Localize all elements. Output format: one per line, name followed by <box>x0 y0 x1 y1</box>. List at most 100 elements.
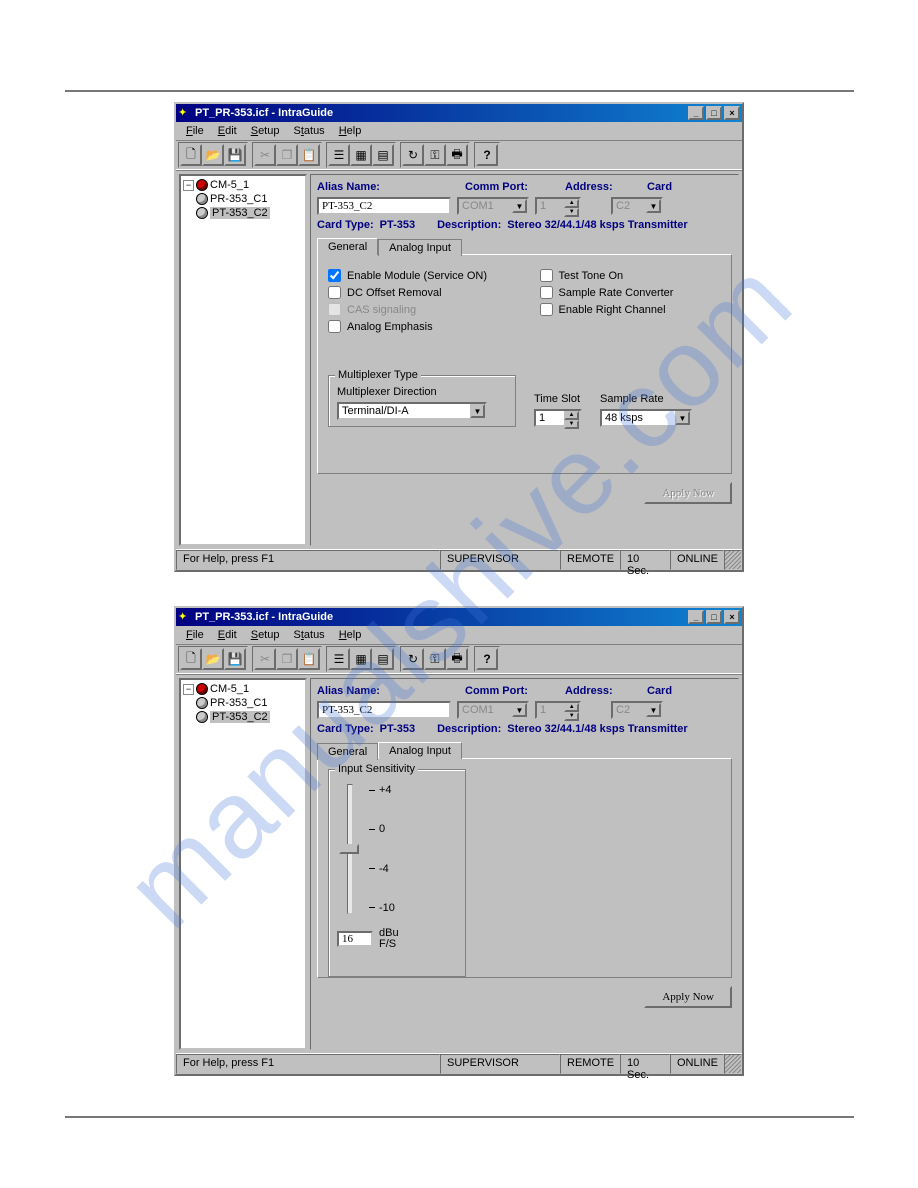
open-button[interactable]: 📂 <box>202 648 224 670</box>
device-tree[interactable]: − CM-5_1 PR-353_C1 PT-353_C2 <box>179 678 307 1050</box>
paste-button[interactable]: 📋 <box>298 648 320 670</box>
spin-up-icon[interactable]: ▲ <box>564 411 579 420</box>
tree-child-selected[interactable]: PT-353_C2 <box>197 206 303 220</box>
status-mode: REMOTE <box>560 550 620 570</box>
spin-up-icon[interactable]: ▲ <box>564 703 579 712</box>
titlebar[interactable]: ✦ PT_PR-353.icf - IntraGuide _ □ × <box>176 104 742 122</box>
chevron-down-icon[interactable]: ▼ <box>646 199 661 213</box>
chevron-down-icon[interactable]: ▼ <box>512 703 527 717</box>
menu-file[interactable]: File <box>180 629 210 641</box>
tool-btn-3[interactable]: ▤ <box>372 144 394 166</box>
new-button[interactable]: 🗋 <box>180 648 202 670</box>
maximize-button[interactable]: □ <box>706 106 722 120</box>
address-spinner[interactable]: 1 ▲▼ <box>535 701 581 719</box>
tree-child[interactable]: PR-353_C1 <box>197 696 303 710</box>
spin-down-icon[interactable]: ▼ <box>564 712 579 721</box>
analog-emphasis-checkbox[interactable]: Analog Emphasis <box>328 320 510 333</box>
apply-now-button[interactable]: Apply Now <box>644 482 732 504</box>
multiplexer-direction-combo[interactable]: Terminal/DI-A ▼ <box>337 402 487 420</box>
chevron-down-icon[interactable]: ▼ <box>675 411 690 425</box>
menu-status[interactable]: Status <box>287 125 330 137</box>
connect-button[interactable]: ⚿ <box>424 648 446 670</box>
enable-module-checkbox[interactable]: Enable Module (Service ON) <box>328 269 510 282</box>
tree-child[interactable]: PR-353_C1 <box>197 192 303 206</box>
tab-analog-input[interactable]: Analog Input <box>378 239 462 256</box>
menu-edit[interactable]: Edit <box>212 125 243 137</box>
cut-button[interactable]: ✂ <box>254 144 276 166</box>
print-button[interactable]: 🖶 <box>446 144 468 166</box>
collapse-icon[interactable]: − <box>183 684 194 695</box>
sensitivity-value-input[interactable] <box>337 931 373 947</box>
tool-btn-2[interactable]: ▦ <box>350 144 372 166</box>
device-tree[interactable]: − CM-5_1 PR-353_C1 PT-353_C2 <box>179 174 307 546</box>
connect-button[interactable]: ⚿ <box>424 144 446 166</box>
new-button[interactable]: 🗋 <box>180 144 202 166</box>
card-combo[interactable]: C2 ▼ <box>611 197 663 215</box>
comm-port-label: Comm Port: <box>465 685 535 697</box>
comm-port-combo[interactable]: COM1 ▼ <box>457 197 529 215</box>
titlebar[interactable]: ✦ PT_PR-353.icf - IntraGuide _ □ × <box>176 608 742 626</box>
save-button[interactable]: 💾 <box>224 144 246 166</box>
comm-port-combo[interactable]: COM1 ▼ <box>457 701 529 719</box>
tool-btn-2[interactable]: ▦ <box>350 648 372 670</box>
refresh-button[interactable]: ↻ <box>402 144 424 166</box>
tool-btn-1[interactable]: ☰ <box>328 648 350 670</box>
save-button[interactable]: 💾 <box>224 648 246 670</box>
alias-name-input[interactable] <box>317 197 451 215</box>
enable-right-channel-checkbox[interactable]: Enable Right Channel <box>540 303 722 316</box>
close-button[interactable]: × <box>724 106 740 120</box>
tab-general[interactable]: General <box>317 743 378 760</box>
tool-btn-3[interactable]: ▤ <box>372 648 394 670</box>
slider-thumb-icon[interactable] <box>339 844 359 854</box>
sample-rate-converter-checkbox[interactable]: Sample Rate Converter <box>540 286 722 299</box>
address-spinner[interactable]: 1 ▲▼ <box>535 197 581 215</box>
resize-grip-icon[interactable] <box>724 1054 742 1074</box>
tab-analog-input[interactable]: Analog Input <box>378 742 462 759</box>
resize-grip-icon[interactable] <box>724 550 742 570</box>
menu-setup[interactable]: Setup <box>245 125 286 137</box>
alias-name-input[interactable] <box>317 701 451 719</box>
app-icon: ✦ <box>178 610 192 624</box>
chevron-down-icon[interactable]: ▼ <box>646 703 661 717</box>
card-combo[interactable]: C2 ▼ <box>611 701 663 719</box>
menu-edit[interactable]: Edit <box>212 629 243 641</box>
tree-root[interactable]: − CM-5_1 <box>183 178 303 192</box>
menu-status[interactable]: Status <box>287 629 330 641</box>
dc-offset-checkbox[interactable]: DC Offset Removal <box>328 286 510 299</box>
menu-setup[interactable]: Setup <box>245 629 286 641</box>
help-button[interactable]: ? <box>476 144 498 166</box>
spin-up-icon[interactable]: ▲ <box>564 199 579 208</box>
alias-name-label: Alias Name: <box>317 685 389 697</box>
spin-down-icon[interactable]: ▼ <box>564 208 579 217</box>
tool-btn-1[interactable]: ☰ <box>328 144 350 166</box>
minimize-button[interactable]: _ <box>688 610 704 624</box>
maximize-button[interactable]: □ <box>706 610 722 624</box>
paste-button[interactable]: 📋 <box>298 144 320 166</box>
copy-button[interactable]: ❐ <box>276 648 298 670</box>
chevron-down-icon[interactable]: ▼ <box>470 404 485 418</box>
spin-down-icon[interactable]: ▼ <box>564 420 579 429</box>
refresh-button[interactable]: ↻ <box>402 648 424 670</box>
apply-now-button[interactable]: Apply Now <box>644 986 732 1008</box>
sample-rate-combo[interactable]: 48 ksps ▼ <box>600 409 692 427</box>
close-button[interactable]: × <box>724 610 740 624</box>
menu-file[interactable]: File <box>180 125 210 137</box>
collapse-icon[interactable]: − <box>183 180 194 191</box>
menu-help[interactable]: Help <box>333 125 368 137</box>
menu-help[interactable]: Help <box>333 629 368 641</box>
chevron-down-icon[interactable]: ▼ <box>512 199 527 213</box>
test-tone-checkbox[interactable]: Test Tone On <box>540 269 722 282</box>
minimize-button[interactable]: _ <box>688 106 704 120</box>
description-label: Description: <box>437 723 501 735</box>
tab-general[interactable]: General <box>317 238 378 255</box>
cut-button[interactable]: ✂ <box>254 648 276 670</box>
open-button[interactable]: 📂 <box>202 144 224 166</box>
status-role: SUPERVISOR <box>440 1054 560 1074</box>
tree-root[interactable]: − CM-5_1 <box>183 682 303 696</box>
help-button[interactable]: ? <box>476 648 498 670</box>
time-slot-spinner[interactable]: 1 ▲▼ <box>534 409 582 427</box>
sensitivity-slider[interactable] <box>337 784 361 914</box>
copy-button[interactable]: ❐ <box>276 144 298 166</box>
print-button[interactable]: 🖶 <box>446 648 468 670</box>
tree-child-selected[interactable]: PT-353_C2 <box>197 710 303 724</box>
